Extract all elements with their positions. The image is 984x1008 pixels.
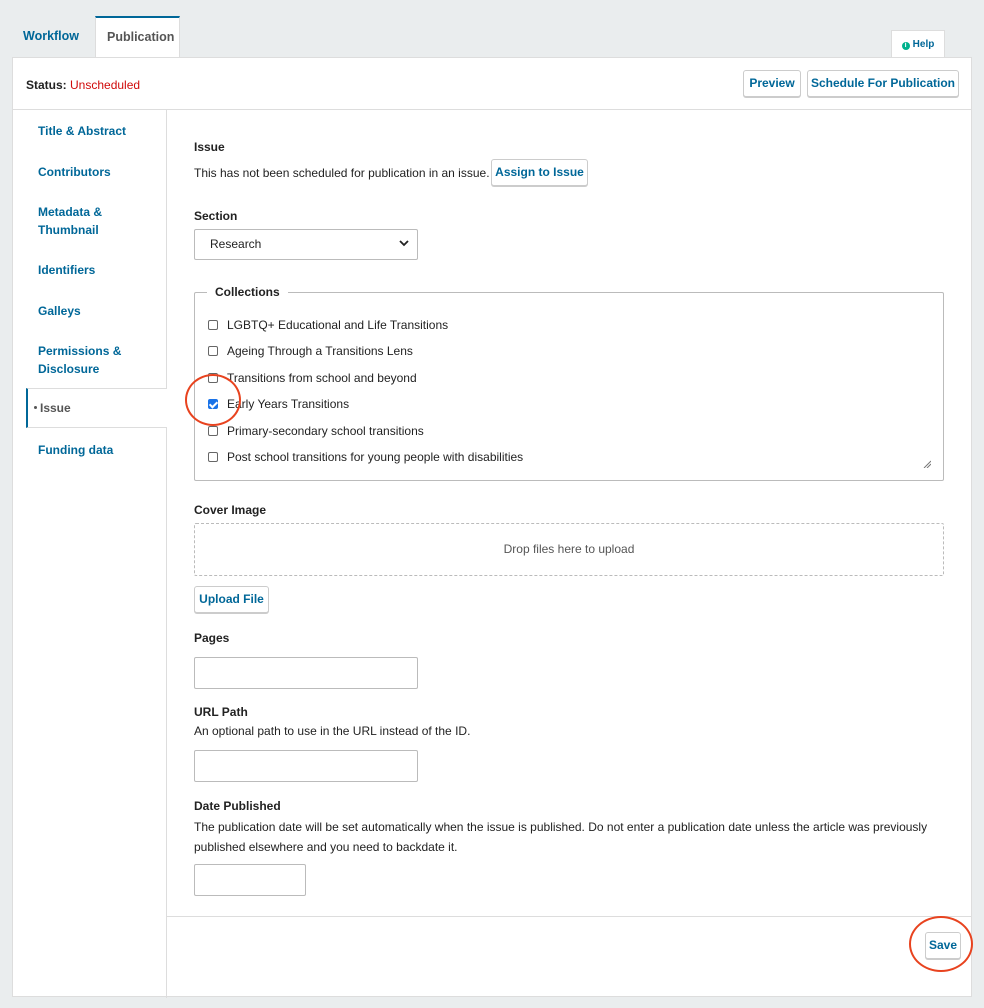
info-icon: i [901,42,910,50]
collection-option[interactable]: Primary-secondary school transitions [208,424,424,438]
active-indicator [34,406,37,409]
issue-heading: Issue [194,140,225,154]
collection-option[interactable]: LGBTQ+ Educational and Life Transitions [208,318,448,332]
collections-fieldset: Collections LGBTQ+ Educational and Life … [194,285,944,481]
help-label: Help [912,39,935,50]
checkbox[interactable] [208,373,218,383]
collection-option-checked[interactable]: Early Years Transitions [208,397,349,411]
url-path-description: An optional path to use in the URL inste… [194,724,471,738]
sidebar-item-galleys[interactable]: Galleys [26,302,166,320]
status-text: Status: Unscheduled [26,78,140,92]
save-button[interactable]: Save [925,932,961,959]
pages-input[interactable] [194,657,418,689]
preview-button[interactable]: Preview [743,70,801,97]
section-select[interactable]: Research [194,229,418,260]
url-path-input[interactable] [194,750,418,782]
collection-label: Transitions from school and beyond [227,371,417,385]
form-footer-divider [167,916,971,917]
collection-label: Early Years Transitions [227,397,350,411]
sidebar-item-metadata-thumbnail[interactable]: Metadata & Thumbnail [26,203,126,239]
section-selected-value: Research [210,237,262,251]
sidebar-item-permissions-disclosure[interactable]: Permissions & Disclosure [26,342,136,378]
collection-label: Post school transitions for young people… [227,450,524,464]
collections-legend: Collections [207,285,288,299]
collection-option[interactable]: Ageing Through a Transitions Lens [208,344,413,358]
pages-label: Pages [194,631,230,645]
date-published-label: Date Published [194,799,281,813]
sidebar-item-identifiers[interactable]: Identifiers [26,261,166,279]
collection-option[interactable]: Transitions from school and beyond [208,371,417,385]
issue-description: This has not been scheduled for publicat… [194,166,490,180]
date-published-description: The publication date will be set automat… [194,820,928,854]
collection-label: Primary-secondary school transitions [227,424,424,438]
collection-option[interactable]: Post school transitions for young people… [208,450,523,464]
checkbox[interactable] [208,346,218,356]
upload-file-button[interactable]: Upload File [194,586,269,613]
tab-publication[interactable]: Publication [95,16,180,58]
help-button[interactable]: i Help [891,30,945,57]
publication-panel: Status: Unscheduled Preview Schedule For… [12,57,972,998]
checkbox-checked[interactable] [208,399,218,409]
assign-to-issue-button[interactable]: Assign to Issue [491,159,588,186]
section-label: Section [194,209,238,223]
checkbox[interactable] [208,320,218,330]
cover-image-label: Cover Image [194,503,267,517]
sidebar-item-issue-label: Issue [40,401,71,415]
collection-label: LGBTQ+ Educational and Life Transitions [227,318,449,332]
checkbox[interactable] [208,426,218,436]
tab-workflow[interactable]: Workflow [12,16,90,57]
sidebar-item-title-abstract[interactable]: Title & Abstract [26,122,166,140]
cover-image-dropzone[interactable]: Drop files here to upload [194,523,944,576]
schedule-for-publication-button[interactable]: Schedule For Publication [807,70,959,97]
sidebar-item-contributors[interactable]: Contributors [26,163,166,181]
status-bar: Status: Unscheduled Preview Schedule For… [13,58,971,110]
collection-label: Ageing Through a Transitions Lens [227,344,413,358]
issue-form: Issue This has not been scheduled for pu… [167,110,971,997]
date-published-input[interactable] [194,864,306,896]
chevron-down-icon [399,230,409,259]
status-label: Status: [26,78,67,92]
checkbox[interactable] [208,452,218,462]
resize-handle-icon[interactable] [923,460,931,468]
url-path-label: URL Path [194,705,248,719]
status-value: Unscheduled [70,78,141,92]
sidebar-item-issue[interactable]: Issue [26,388,167,428]
sidebar-item-funding-data[interactable]: Funding data [26,441,166,459]
